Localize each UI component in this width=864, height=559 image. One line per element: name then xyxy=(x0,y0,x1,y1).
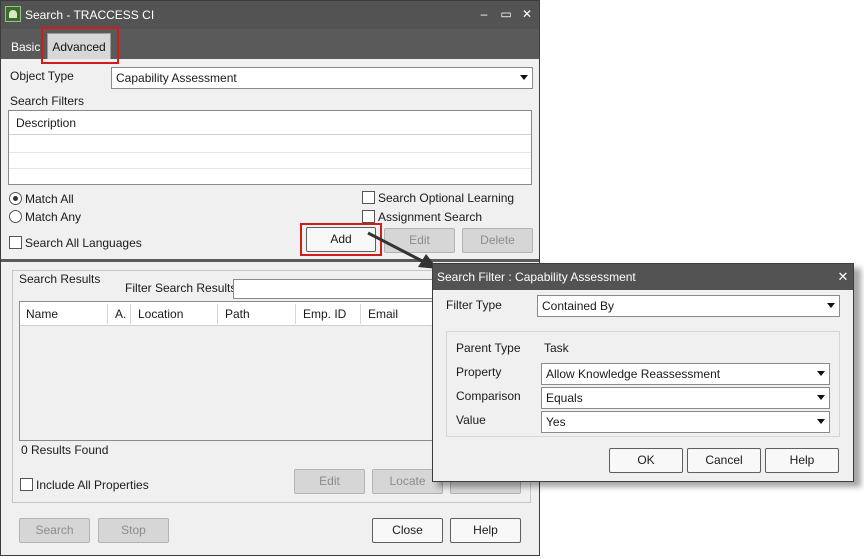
comparison-select[interactable]: Equals xyxy=(541,387,830,409)
filter-type-label: Filter Type xyxy=(446,298,502,312)
title-bar[interactable]: Search - TRACCESS CI – ▭ ✕ xyxy=(1,1,539,29)
filter-search-results-input[interactable] xyxy=(233,279,443,299)
chevron-down-icon xyxy=(520,75,528,80)
minimize-icon[interactable]: – xyxy=(475,5,493,23)
results-count: 0 Results Found xyxy=(21,443,109,457)
parent-type-label: Parent Type xyxy=(456,341,521,355)
pane-splitter[interactable] xyxy=(1,259,539,262)
comparison-label: Comparison xyxy=(456,389,521,403)
results-column-emp-id[interactable]: Emp. ID xyxy=(303,307,346,321)
object-type-value: Capability Assessment xyxy=(116,71,237,85)
dialog-cancel-button[interactable]: Cancel xyxy=(687,448,761,473)
assignment-search-checkbox[interactable] xyxy=(362,210,375,223)
comparison-value: Equals xyxy=(546,391,583,405)
match-all-label[interactable]: Match All xyxy=(25,192,74,206)
results-column-location[interactable]: Location xyxy=(138,307,183,321)
callout-arrow-icon xyxy=(367,231,438,269)
dialog-ok-button[interactable]: OK xyxy=(609,448,683,473)
search-optional-learning-label[interactable]: Search Optional Learning xyxy=(378,191,514,205)
column-separator xyxy=(217,304,218,324)
grid-column-description[interactable]: Description xyxy=(9,111,531,135)
chevron-down-icon xyxy=(817,395,825,400)
tab-highlight-box xyxy=(41,27,119,64)
value-select[interactable]: Yes xyxy=(541,411,830,433)
dialog-title-bar[interactable]: Search Filter : Capability Assessment ✕ xyxy=(433,264,853,290)
search-optional-learning-checkbox[interactable] xyxy=(362,191,375,204)
value-value: Yes xyxy=(546,415,566,429)
value-label: Value xyxy=(456,413,486,427)
search-all-languages-label[interactable]: Search All Languages xyxy=(25,236,142,250)
dialog-help-button[interactable]: Help xyxy=(765,448,839,473)
object-type-label: Object Type xyxy=(10,69,74,83)
chevron-down-icon xyxy=(817,371,825,376)
column-separator xyxy=(360,304,361,324)
grid-row-line xyxy=(9,152,531,153)
column-separator xyxy=(130,304,131,324)
maximize-icon[interactable]: ▭ xyxy=(497,5,515,23)
window-title: Search - TRACCESS CI xyxy=(25,8,155,22)
chevron-down-icon xyxy=(817,419,825,424)
include-all-properties-checkbox[interactable] xyxy=(20,478,33,491)
close-icon[interactable]: ✕ xyxy=(518,5,536,23)
match-any-radio[interactable] xyxy=(9,210,22,223)
property-value: Allow Knowledge Reassessment xyxy=(546,367,721,381)
results-column-a[interactable]: A. xyxy=(115,307,126,321)
search-results-grid[interactable]: Name A. Location Path Emp. ID Email xyxy=(19,301,443,441)
close-button[interactable]: Close xyxy=(372,518,443,543)
search-filter-dialog: Search Filter : Capability Assessment ✕ … xyxy=(432,263,854,482)
parent-type-value: Task xyxy=(544,341,569,355)
search-filters-grid[interactable]: Description xyxy=(8,110,532,185)
grid-row-line xyxy=(9,168,531,169)
chevron-down-icon xyxy=(827,303,835,308)
filter-search-results-label: Filter Search Results xyxy=(125,281,237,295)
edit-result-button[interactable]: Edit xyxy=(294,469,365,494)
results-column-path[interactable]: Path xyxy=(225,307,250,321)
app-logo-icon xyxy=(5,6,21,22)
delete-filter-button[interactable]: Delete xyxy=(462,228,533,253)
property-select[interactable]: Allow Knowledge Reassessment xyxy=(541,363,830,385)
match-any-label[interactable]: Match Any xyxy=(25,210,81,224)
results-column-name[interactable]: Name xyxy=(26,307,58,321)
results-grid-header: Name A. Location Path Emp. ID Email xyxy=(20,302,442,326)
property-label: Property xyxy=(456,365,502,379)
filter-type-value: Contained By xyxy=(542,299,615,313)
help-button[interactable]: Help xyxy=(450,518,521,543)
match-all-radio[interactable] xyxy=(9,192,22,205)
stop-button[interactable]: Stop xyxy=(98,518,169,543)
results-column-email[interactable]: Email xyxy=(368,307,398,321)
column-separator xyxy=(295,304,296,324)
assignment-search-label[interactable]: Assignment Search xyxy=(378,210,482,224)
filter-type-select[interactable]: Contained By xyxy=(537,295,840,317)
object-type-select[interactable]: Capability Assessment xyxy=(111,67,533,89)
search-filters-label: Search Filters xyxy=(10,94,85,108)
dialog-title: Search Filter : Capability Assessment xyxy=(437,270,636,284)
dialog-close-icon[interactable]: ✕ xyxy=(835,268,851,286)
search-results-label: Search Results xyxy=(19,272,101,286)
search-all-languages-checkbox[interactable] xyxy=(9,236,22,249)
include-all-properties-label[interactable]: Include All Properties xyxy=(36,478,149,492)
column-separator xyxy=(107,304,108,324)
search-button[interactable]: Search xyxy=(19,518,90,543)
